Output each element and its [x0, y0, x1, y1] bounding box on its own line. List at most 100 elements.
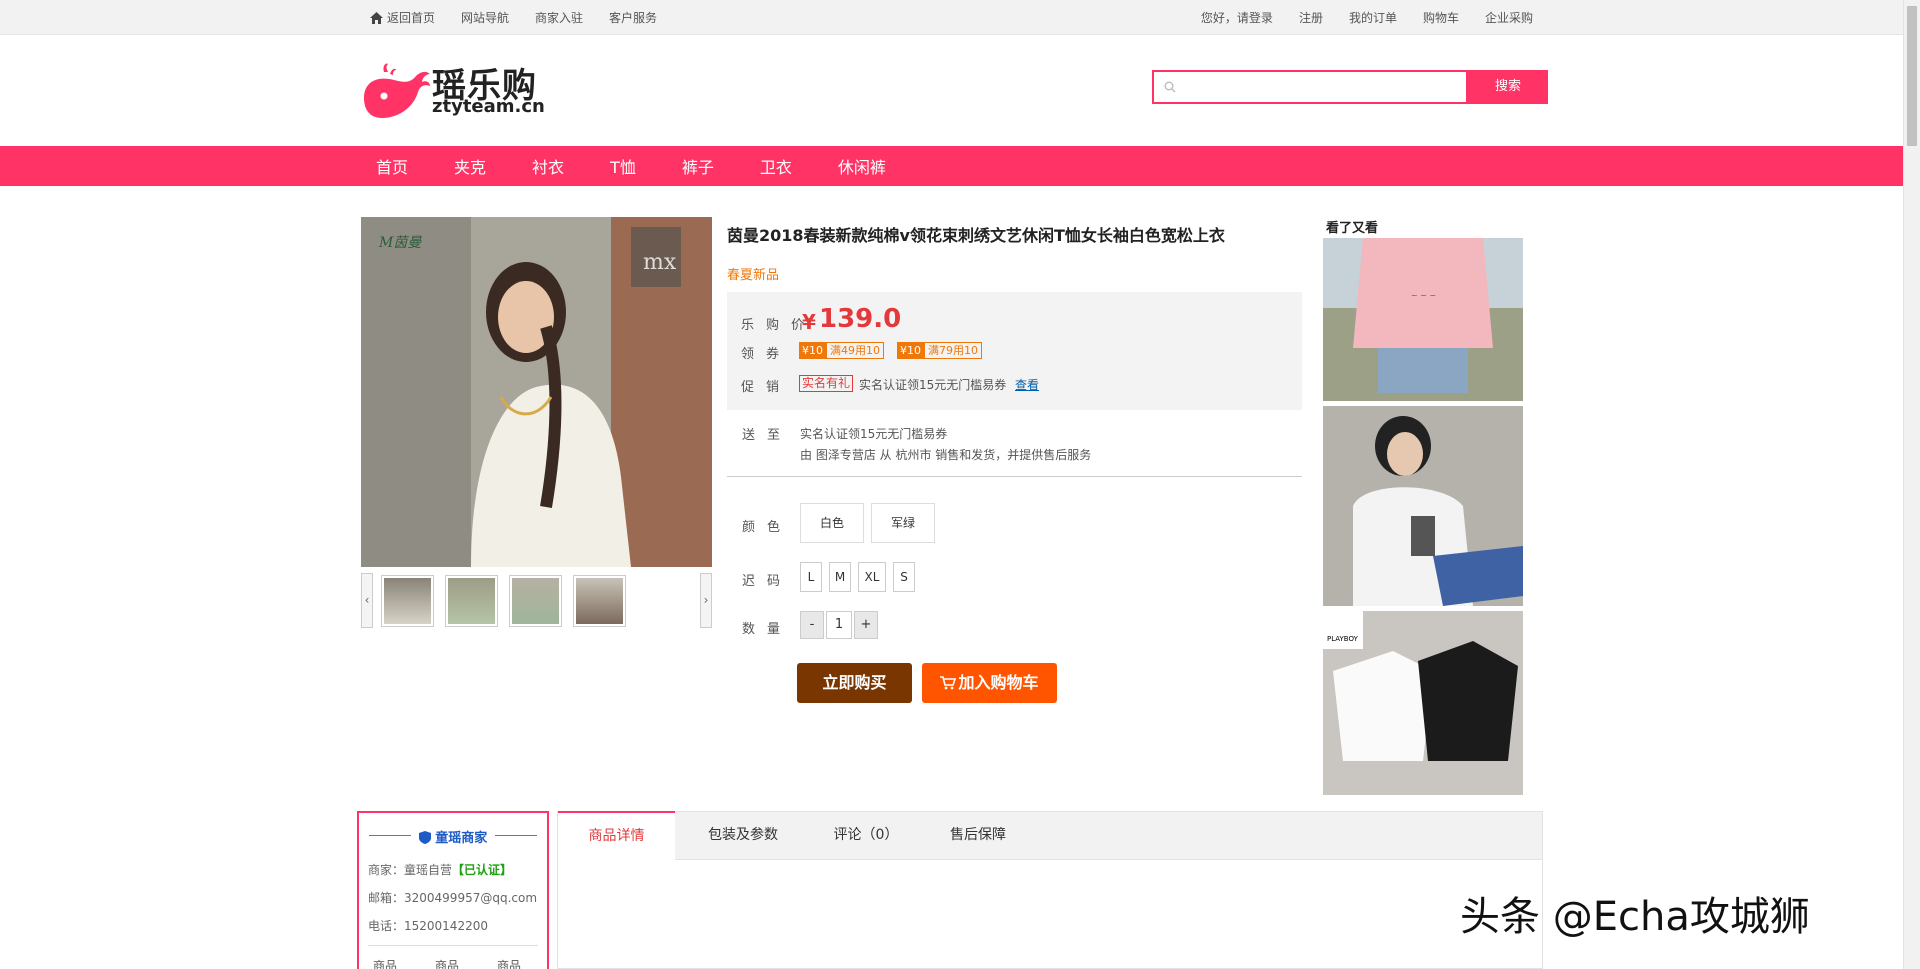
brand-watermark: M茵曼 [378, 235, 422, 251]
whale-logo-icon [364, 63, 430, 118]
cart-link[interactable]: 购物车 [1423, 9, 1459, 26]
merchant-phone: 电话：15200142200 [368, 919, 488, 933]
product-price: 139.0 [819, 304, 902, 334]
merchant-email: 邮箱：3200499957@qq.com [368, 891, 538, 905]
color-option-army-green[interactable]: 军绿 [871, 503, 935, 543]
svg-text:~ ~ ~: ~ ~ ~ [1411, 291, 1436, 300]
look-again-photo-2 [1323, 406, 1523, 606]
size-option-xl[interactable]: XL [858, 562, 886, 592]
nav-item-casual-pants[interactable]: 休闲裤 [838, 154, 886, 178]
shop-sign: mx [643, 250, 677, 275]
home-link[interactable]: 返回首页 [370, 9, 435, 26]
look-again-title: 看了又看 [1326, 221, 1379, 236]
nav-item-tshirt[interactable]: T恤 [610, 154, 636, 178]
thumbnail-strip: ‹ › [361, 571, 712, 629]
register-link[interactable]: 注册 [1299, 9, 1323, 26]
thumbnail-1[interactable] [381, 575, 434, 627]
thumbnail-2[interactable] [445, 575, 498, 627]
add-to-cart-label: 加入购物车 [958, 673, 1039, 692]
top-bar-left: 返回首页 网站导航 商家入驻 客户服务 [370, 0, 657, 35]
login-link[interactable]: 您好，请登录 [1201, 9, 1273, 26]
category-nav: 首页 夹克 衬衣 T恤 裤子 卫衣 休闲裤 [0, 146, 1903, 186]
look-again-photo-3: PLAYBOY [1323, 611, 1523, 795]
site-logo[interactable]: 瑶乐购 ztyteam.cn [360, 58, 550, 122]
merchant-divider [368, 945, 538, 946]
merchant-stat-2: 商品 [435, 959, 460, 969]
nav-item-shirt[interactable]: 衬衣 [532, 154, 564, 178]
verified-badge: 【已认证】 [452, 863, 513, 877]
logo-brand-en: ztyteam.cn [432, 96, 545, 117]
watermark-text: 头条 @Echa攻城狮 [1460, 894, 1810, 940]
promo-view-link[interactable]: 查看 [1015, 376, 1039, 393]
tab-reviews[interactable]: 评论（0） [811, 812, 921, 861]
qty-plus-button[interactable]: + [854, 611, 878, 639]
tab-packaging[interactable]: 包装及参数 [678, 812, 808, 861]
product-title: 茵曼2018春装新款纯棉v领花束刺绣文艺休闲T恤女长袖白色宽松上衣 [727, 226, 1225, 245]
merchant-title-label: 童瑶商家 [435, 831, 488, 846]
page-scrollbar[interactable] [1903, 0, 1920, 969]
thumbnail-4[interactable] [573, 575, 626, 627]
promo-badge: 实名有礼 [799, 375, 854, 392]
scrollbar-thumb[interactable] [1907, 6, 1917, 146]
tab-after-sales[interactable]: 售后保障 [923, 812, 1033, 861]
thumb-prev-button[interactable]: ‹ [361, 573, 373, 628]
coupon-1-rule: 满49用10 [826, 342, 884, 359]
size-option-s[interactable]: S [893, 562, 915, 592]
product-tag: 春夏新品 [727, 268, 780, 283]
info-divider [727, 476, 1302, 477]
size-option-m[interactable]: M [829, 562, 851, 592]
shield-icon [418, 831, 431, 844]
search-button[interactable]: 搜索 [1468, 70, 1548, 104]
merchant-panel: 童瑶商家 商家：童瑶自营【已认证】 邮箱：3200499957@qq.com 电… [357, 811, 549, 969]
nav-item-pants[interactable]: 裤子 [682, 154, 714, 178]
thumbnail-3[interactable] [509, 575, 562, 627]
merchant-title: 童瑶商家 [359, 827, 547, 846]
search-input[interactable] [1152, 70, 1468, 104]
search-bar: 搜索 [1152, 70, 1548, 104]
nav-item-hoodie[interactable]: 卫衣 [760, 154, 792, 178]
my-orders-link[interactable]: 我的订单 [1349, 9, 1397, 26]
qty-input[interactable]: 1 [826, 611, 852, 639]
product-photo: mx M茵曼 [361, 217, 712, 567]
coupon-label: 领券 [741, 347, 792, 362]
add-to-cart-button[interactable]: 加入购物车 [922, 663, 1057, 703]
look-again-item-2[interactable] [1323, 406, 1523, 606]
merchant-join-link[interactable]: 商家入驻 [535, 9, 583, 26]
customer-service-link[interactable]: 客户服务 [609, 9, 657, 26]
merchant-stat-3: 商品 [497, 959, 522, 969]
product-main-image[interactable]: mx M茵曼 [361, 217, 712, 567]
look-again-item-3[interactable]: PLAYBOY [1323, 611, 1523, 795]
top-bar-right: 您好，请登录 注册 我的订单 购物车 企业采购 [1201, 0, 1533, 35]
price-symbol: ¥ [802, 310, 816, 334]
coupon-2[interactable]: ¥10 满79用10 [897, 342, 982, 359]
coupon-1[interactable]: ¥10 满49用10 [799, 342, 884, 359]
look-again-photo-1: ~ ~ ~ [1323, 238, 1523, 401]
merchant-name: 童瑶自营 [404, 863, 453, 877]
site-nav-link[interactable]: 网站导航 [461, 9, 509, 26]
tab-product-detail[interactable]: 商品详情 [558, 811, 675, 861]
ship-line-2: 由 图泽专营店 从 杭州市 销售和发货，并提供售后服务 [800, 448, 1092, 462]
look-again-item-1[interactable]: ~ ~ ~ [1323, 238, 1523, 401]
promo-text: 实名认证领15元无门槛易券 [859, 378, 1007, 392]
buy-now-button[interactable]: 立即购买 [797, 663, 912, 703]
price-box: 乐购价 ¥ 139.0 领券 ¥10 满49用10 ¥10 满79用10 促销 … [727, 292, 1302, 410]
tab-content-area [557, 860, 1543, 969]
thumb-next-button[interactable]: › [700, 573, 712, 628]
detail-tabs: 商品详情 包装及参数 评论（0） 售后保障 [557, 811, 1543, 861]
cart-icon [940, 676, 957, 690]
enterprise-link[interactable]: 企业采购 [1485, 9, 1533, 26]
coupon-2-rule: 满79用10 [924, 342, 982, 359]
size-label: 迟码 [742, 574, 793, 589]
merchant-stat-1: 商品 [373, 959, 398, 969]
playboy-label: PLAYBOY [1327, 635, 1359, 643]
nav-item-jacket[interactable]: 夹克 [454, 154, 486, 178]
merchant-prefix: 商家： [368, 863, 405, 877]
home-icon [370, 11, 383, 24]
ship-line-1: 实名认证领15元无门槛易券 [800, 427, 948, 441]
color-label: 颜色 [742, 520, 793, 535]
color-option-white[interactable]: 白色 [800, 503, 864, 543]
size-option-l[interactable]: L [800, 562, 822, 592]
nav-item-home[interactable]: 首页 [376, 154, 408, 178]
merchant-name-line: 商家：童瑶自营【已认证】 [368, 861, 512, 878]
qty-minus-button[interactable]: - [800, 611, 824, 639]
